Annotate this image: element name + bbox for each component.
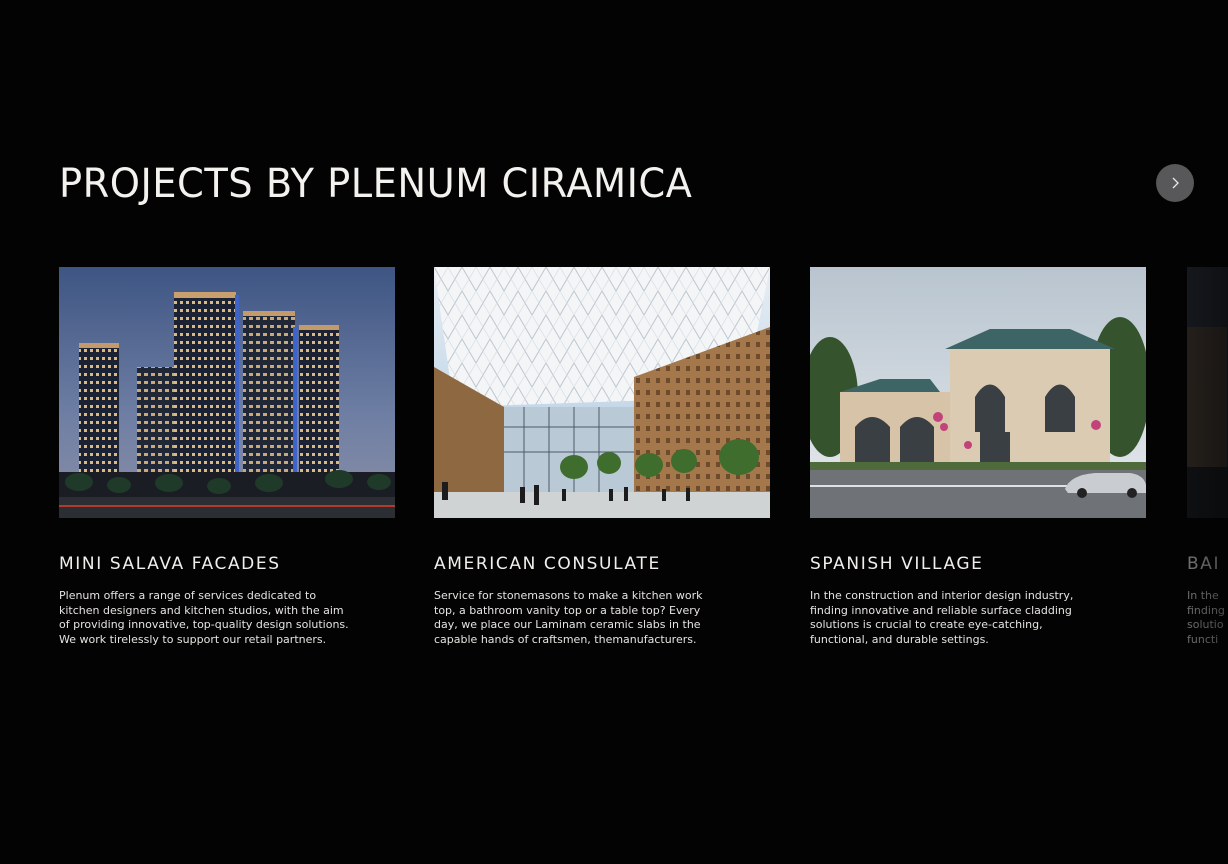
projects-section: PROJECTS BY PLENUM CIRAMICA MINI SALAVA … — [0, 0, 1228, 864]
project-image-partial[interactable] — [1187, 267, 1228, 518]
project-card[interactable]: MINI SALAVA FACADES Plenum offers a rang… — [59, 267, 395, 646]
project-image-villa[interactable] — [810, 267, 1146, 518]
project-title[interactable]: SPANISH VILLAGE — [810, 554, 984, 574]
project-image-atrium[interactable] — [434, 267, 770, 518]
projects-carousel: MINI SALAVA FACADES Plenum offers a rang… — [0, 267, 1228, 687]
project-description: Plenum offers a range of services dedica… — [59, 589, 349, 646]
project-card[interactable]: AMERICAN CONSULATE Service for stonemaso… — [434, 267, 770, 646]
carousel-next-button[interactable] — [1156, 164, 1194, 202]
chevron-right-icon — [1168, 176, 1182, 190]
section-title: PROJECTS BY PLENUM CIRAMICA — [59, 161, 693, 207]
project-title[interactable]: AMERICAN CONSULATE — [434, 554, 661, 574]
project-description: Service for stonemasons to make a kitche… — [434, 589, 703, 646]
project-card[interactable]: SPANISH VILLAGE In the construction and … — [810, 267, 1146, 646]
project-description: In the construction and interior design … — [810, 589, 1074, 646]
project-title[interactable]: MINI SALAVA FACADES — [59, 554, 281, 574]
project-title[interactable]: BAI — [1187, 554, 1220, 574]
project-description: In the finding solutio functi — [1187, 589, 1225, 646]
project-card[interactable]: BAI In the finding solutio functi — [1187, 267, 1228, 646]
project-image-residential-towers[interactable] — [59, 267, 395, 518]
